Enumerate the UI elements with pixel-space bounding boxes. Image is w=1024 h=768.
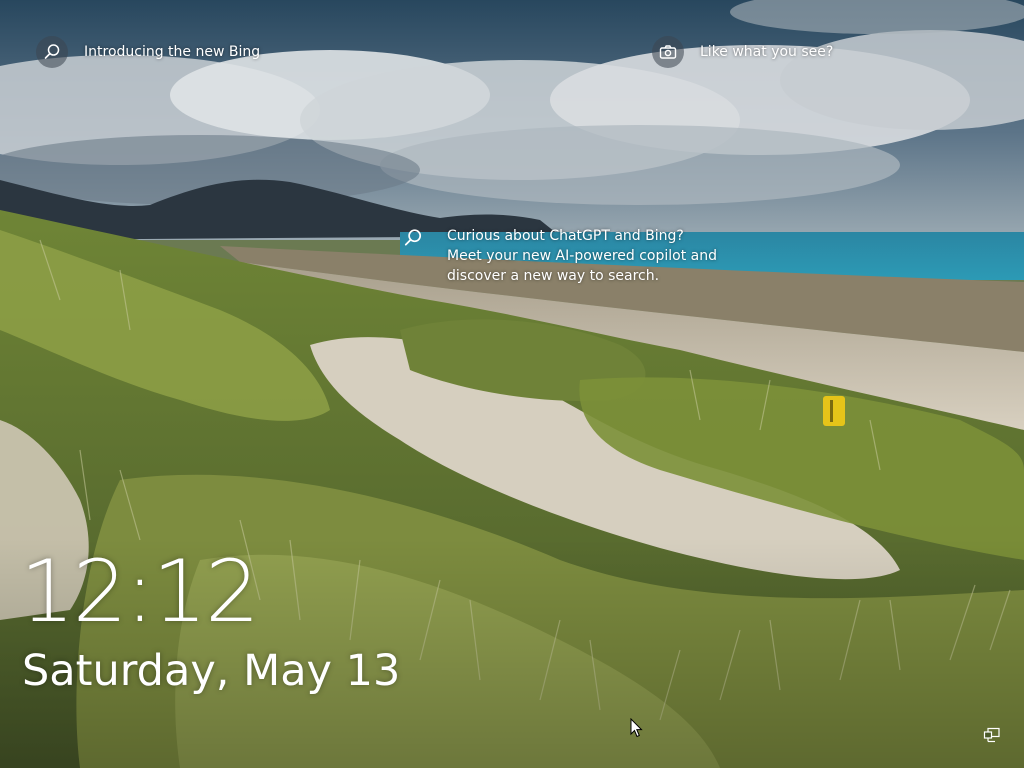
clock-time: 12:12 <box>20 542 260 642</box>
bing-hotspot-label[interactable]: Introducing the new Bing <box>84 44 260 60</box>
search-icon <box>403 228 423 248</box>
like-what-you-see-label[interactable]: Like what you see? <box>700 44 833 60</box>
like-what-you-see-hotspot[interactable]: Like what you see? <box>652 36 833 68</box>
bing-hotspot[interactable]: Introducing the new Bing <box>36 36 260 68</box>
search-icon <box>36 36 68 68</box>
mouse-cursor-icon <box>630 718 643 738</box>
clock-date: Saturday, May 13 <box>22 646 401 696</box>
camera-icon <box>652 36 684 68</box>
lock-screen[interactable]: Introducing the new Bing Like what you s… <box>0 0 1024 768</box>
network-icon[interactable] <box>983 727 1001 743</box>
chatgpt-bing-hotspot[interactable]: Curious about ChatGPT and Bing? Meet you… <box>403 226 717 286</box>
chatgpt-bing-hotspot-label[interactable]: Curious about ChatGPT and Bing? Meet you… <box>447 226 717 286</box>
